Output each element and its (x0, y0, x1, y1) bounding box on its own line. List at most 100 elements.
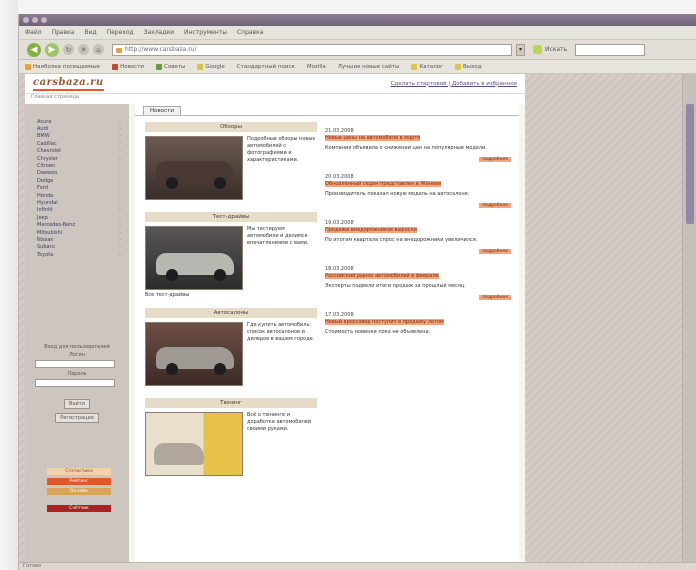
menu-go[interactable]: Переход (107, 29, 134, 36)
password-label: Пароль (67, 371, 87, 377)
maximize-icon[interactable] (41, 17, 47, 23)
login-input[interactable] (35, 360, 115, 368)
search-input[interactable] (575, 43, 646, 56)
category-link[interactable] (145, 476, 317, 480)
category-title[interactable]: Тюнинг (145, 398, 317, 408)
sidebar-item[interactable]: Ford (37, 185, 129, 192)
category-text: Всё о тюнинге и доработке автомобилей св… (247, 412, 312, 432)
sidebar-item[interactable]: Cadillac (37, 140, 129, 147)
read-more-link[interactable]: подробнее (479, 249, 511, 254)
site-logo[interactable]: carsbaza.ru (33, 77, 104, 91)
category-link[interactable] (145, 200, 317, 204)
password-input[interactable] (35, 379, 115, 387)
menu-view[interactable]: Вид (84, 29, 96, 36)
news-title[interactable]: Российский рынок автомобилей в феврале (325, 273, 439, 279)
sidebar-item[interactable]: Daewoo (37, 170, 129, 177)
category-link[interactable] (145, 386, 317, 390)
car-photo[interactable] (145, 136, 243, 200)
breadcrumb[interactable]: Главная страница (25, 94, 525, 104)
login-title: Вход для пользователей (44, 344, 110, 350)
search-engine-button[interactable]: Искать (533, 45, 567, 54)
category-title[interactable]: Тест-драйвы (145, 212, 317, 222)
close-icon[interactable] (23, 17, 29, 23)
address-dropdown-icon[interactable]: ▾ (516, 43, 525, 56)
search-engine-icon (533, 45, 542, 54)
counter-badge[interactable]: Онлайн (47, 488, 111, 495)
header-links[interactable]: Сделать стартовой | Добавить в избранное (391, 81, 517, 87)
bookmark-item[interactable]: Стандартный поиск (237, 64, 295, 70)
register-button[interactable]: Регистрация (55, 413, 99, 423)
sidebar-item[interactable]: Acura (37, 118, 129, 125)
news-item: 18.03.2008 Российский рынок автомобилей … (325, 266, 511, 300)
tab-news[interactable]: Новости (143, 106, 181, 115)
car-photo[interactable] (145, 226, 243, 290)
bookmark-item[interactable]: Выход (454, 63, 482, 70)
sidebar-item[interactable]: Mercedes-Benz (37, 221, 129, 228)
sidebar-item[interactable]: Toyota (37, 251, 129, 258)
category-link[interactable]: Все тест-драйвы (145, 290, 317, 300)
forward-button[interactable]: ▶ (45, 42, 59, 57)
minimize-icon[interactable] (32, 17, 38, 23)
category-title[interactable]: Обзоры (145, 122, 317, 132)
sidebar-item[interactable]: Hyundai (37, 199, 129, 206)
menu-tools[interactable]: Инструменты (184, 29, 227, 36)
sidebar-item[interactable]: Citroen (37, 162, 129, 169)
sidebar-item[interactable]: Subaru (37, 244, 129, 251)
news-title[interactable]: Новый кроссовер поступит в продажу летом (325, 319, 444, 325)
sidebar-item[interactable]: Infiniti (37, 207, 129, 214)
enter-button[interactable]: Войти (64, 399, 90, 409)
bookmark-item[interactable]: Советы (155, 63, 185, 70)
sidebar-item[interactable]: Mitsubishi (37, 229, 129, 236)
sidebar-item[interactable]: Honda (37, 192, 129, 199)
bookmark-icon (155, 63, 162, 70)
sidebar-item[interactable]: Nissan (37, 236, 129, 243)
news-body: Компания объявила о снижении цен на попу… (325, 145, 487, 151)
bookmark-icon (112, 63, 119, 70)
bookmark-label: Стандартный поиск (236, 63, 295, 70)
car-photo[interactable] (145, 322, 243, 386)
category-body: Где купить автомобиль: список автосалоно… (145, 318, 317, 386)
sidebar-item[interactable]: Chrysler (37, 155, 129, 162)
menu-bookmarks[interactable]: Закладки (144, 29, 174, 36)
bookmark-item[interactable]: Каталог (411, 63, 443, 70)
sidebar-item[interactable]: BMW (37, 133, 129, 140)
news-title[interactable]: Обновлённый седан представлен в Женеве (325, 181, 442, 187)
read-more-link[interactable]: подробнее (479, 157, 511, 162)
address-bar[interactable]: http://www.carsbaza.ru/ (112, 43, 512, 56)
news-body: Производитель показал новую модель на ав… (325, 191, 470, 197)
news-item: 19.03.2008 Продажи внедорожников выросли… (325, 220, 511, 254)
category-block: Тюнинг Всё о тюнинге и доработке автомоб… (145, 398, 317, 480)
bookmark-item[interactable]: Наиболее посещаемые (25, 63, 100, 70)
sidebar-item[interactable]: Chevrolet (37, 148, 129, 155)
counter-badges: Статистика Рейтинг Онлайн Счётчик (47, 468, 111, 515)
sidebar-item[interactable]: Jeep (37, 214, 129, 221)
counter-badge[interactable]: Рейтинг (47, 478, 111, 485)
counter-badge[interactable]: Счётчик (47, 505, 111, 512)
vertical-scrollbar[interactable] (682, 74, 696, 562)
sidebar-item[interactable]: Audi (37, 125, 129, 132)
stop-icon[interactable]: ✕ (78, 44, 89, 55)
bookmark-item[interactable]: Mozilla (307, 64, 326, 70)
car-photo[interactable] (145, 412, 243, 476)
reload-icon[interactable]: ↻ (63, 44, 74, 55)
counter-badge[interactable]: Статистика (47, 468, 111, 475)
bookmark-item[interactable]: Новости (112, 63, 144, 70)
website: carsbaza.ru Сделать стартовой | Добавить… (25, 74, 525, 562)
bookmark-icon (411, 63, 418, 70)
menu-edit[interactable]: Правка (52, 29, 75, 36)
back-button[interactable]: ◀ (27, 42, 41, 57)
browser-window: Файл Правка Вид Переход Закладки Инструм… (18, 14, 696, 570)
menu-help[interactable]: Справка (237, 29, 263, 36)
scrollbar-thumb[interactable] (686, 104, 694, 224)
news-title[interactable]: Новые цены на автомобили в марте (325, 135, 421, 141)
bookmark-label: Google (205, 63, 225, 70)
read-more-link[interactable]: подробнее (479, 295, 511, 300)
menu-file[interactable]: Файл (25, 29, 42, 36)
sidebar-item[interactable]: Dodge (37, 177, 129, 184)
bookmark-item[interactable]: Лучшие новые сайты (338, 64, 400, 70)
bookmark-item[interactable]: Google (197, 63, 225, 70)
category-title[interactable]: Автосалоны (145, 308, 317, 318)
home-icon[interactable]: ⌂ (93, 44, 104, 55)
news-title[interactable]: Продажи внедорожников выросли (325, 227, 417, 233)
read-more-link[interactable]: подробнее (479, 203, 511, 208)
